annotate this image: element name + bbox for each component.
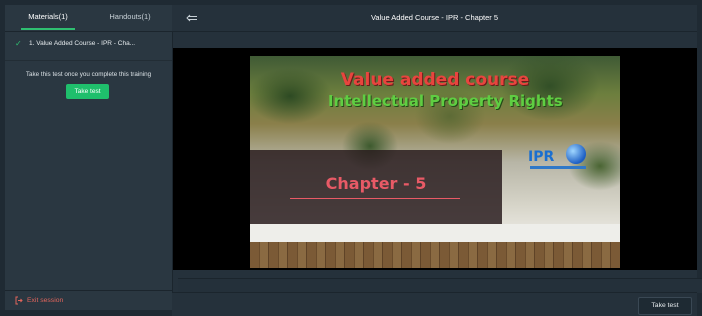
chapter-title: Chapter - 5 [325, 174, 427, 193]
sidebar-tabs: Materials(1) Handouts(1) [5, 5, 172, 32]
sidebar: Materials(1) Handouts(1) ✓ 1. Value Adde… [5, 5, 173, 310]
slide-title: Value added course [340, 70, 530, 90]
take-test-button[interactable]: Take test [66, 84, 109, 99]
header: Value Added Course - IPR - Chapter 5 [172, 5, 697, 32]
exit-icon [15, 296, 23, 305]
ipr-logo: IPR [528, 144, 596, 172]
slide-subtitle: Intellectual Property Rights [328, 92, 563, 110]
divider [5, 60, 172, 61]
logo-text: IPR [528, 149, 555, 165]
wall [250, 224, 620, 242]
footer: Take test [172, 292, 697, 316]
globe-icon [566, 144, 586, 164]
take-test-footer-button[interactable]: Take test [638, 297, 692, 315]
chapter-banner: Chapter - 5 [250, 150, 502, 224]
page-title: Value Added Course - IPR - Chapter 5 [370, 13, 498, 22]
tab-handouts[interactable]: Handouts(1) [95, 5, 165, 31]
tab-materials[interactable]: Materials(1) [13, 5, 83, 31]
test-prompt: Take this test once you complete this tr… [25, 71, 152, 78]
sidebar-footer: Exit session [5, 290, 172, 311]
wooden-floor [250, 242, 620, 268]
video-player[interactable]: Value added course Intellectual Property… [173, 48, 697, 270]
material-item-label: 1. Value Added Course - IPR - Cha... [29, 40, 136, 47]
video-progress-bar[interactable] [178, 278, 702, 293]
chapter-underline [290, 198, 460, 199]
check-icon: ✓ [15, 39, 22, 48]
logo-underline [530, 166, 586, 169]
material-item[interactable]: ✓ 1. Value Added Course - IPR - Cha... [5, 36, 172, 54]
exit-session-label: Exit session [27, 297, 64, 304]
slide-frame: Value added course Intellectual Property… [250, 56, 620, 268]
